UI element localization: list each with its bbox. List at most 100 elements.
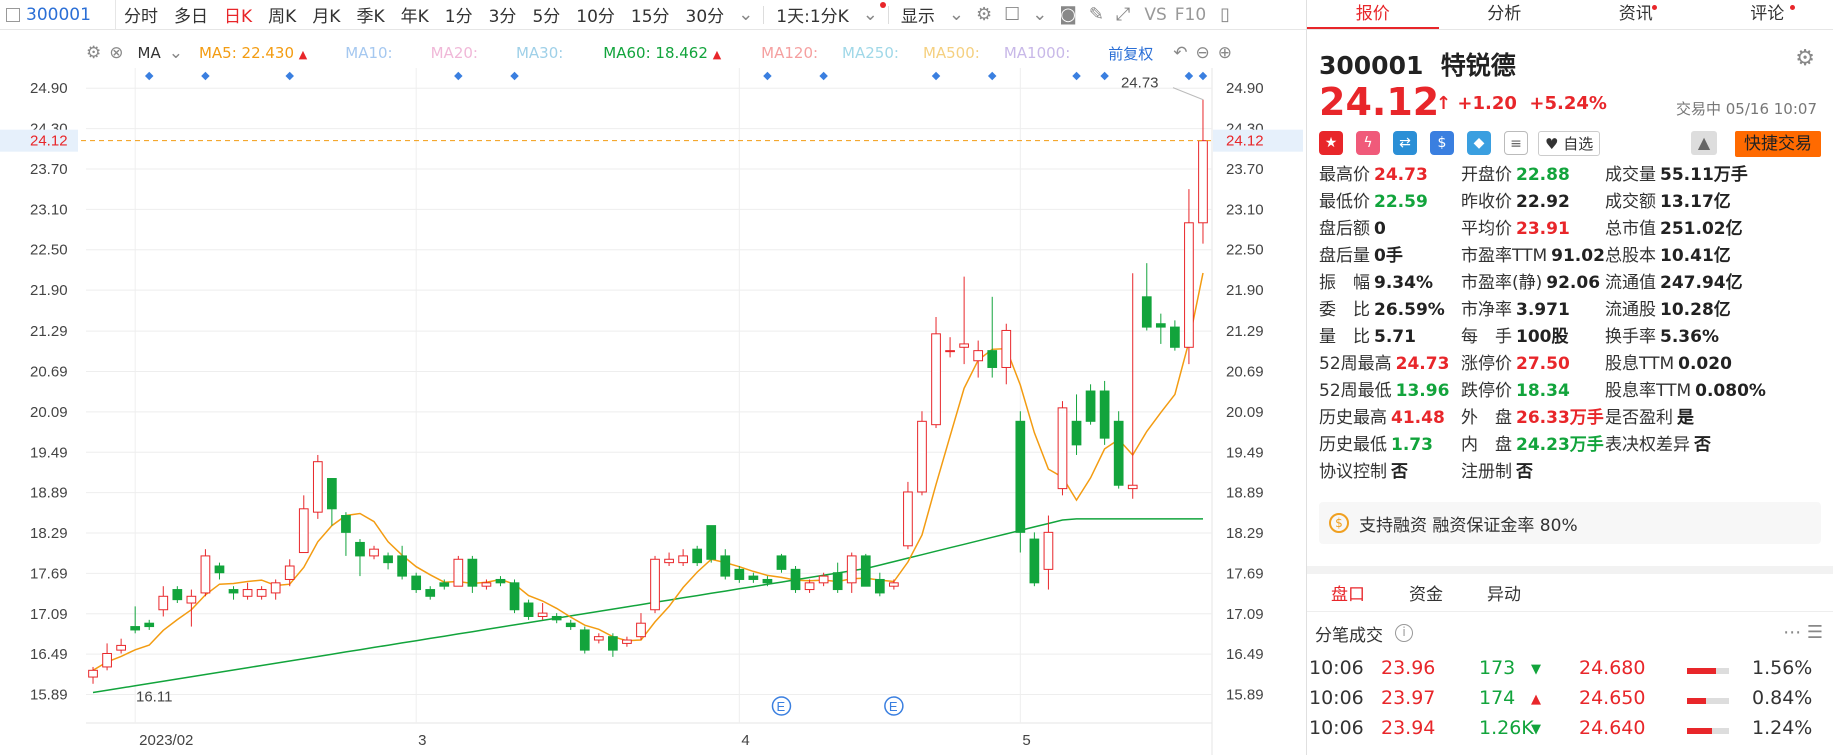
event-marker-label: E [776, 699, 785, 714]
candle-body [959, 343, 969, 348]
tick-time: 10:06 [1309, 657, 1364, 679]
tab-quote[interactable]: 报价 [1307, 0, 1439, 29]
candle-body [453, 558, 464, 587]
period-3min[interactable]: 3分 [489, 2, 517, 27]
gear-icon[interactable]: ⚙ [976, 4, 992, 25]
period-month[interactable]: 月K [312, 2, 340, 27]
camera-icon[interactable]: ◙ [1059, 4, 1076, 25]
period-1min[interactable]: 1分 [445, 2, 473, 27]
currency-icon: $ [1329, 513, 1349, 533]
more-list-icon[interactable]: ⋯ ☰ [1783, 622, 1823, 643]
fast-trade-button[interactable]: 快捷交易 [1735, 131, 1821, 157]
range-select[interactable]: 1天:1分K [776, 2, 849, 27]
info-icon[interactable]: i [1395, 624, 1413, 642]
stock-code-box[interactable]: 300001 [0, 0, 116, 30]
ticks-list: 10:06 23.96 173 ▼ 24.680 1.56% 10:06 23.97 174 ▲ 2… [1307, 654, 1833, 744]
square-icon[interactable]: ☐ [1004, 4, 1020, 25]
period-day[interactable]: 日K [224, 2, 252, 27]
quote-field: 是否盈利是 [1605, 405, 1694, 432]
candle-body [355, 541, 365, 557]
period-quarter[interactable]: 季K [356, 2, 384, 27]
chevron-down-icon[interactable]: ⌄ [1032, 4, 1047, 25]
period-year[interactable]: 年K [401, 2, 429, 27]
chevron-down-icon[interactable]: ⌄ [863, 4, 878, 25]
kline-chart[interactable]: 24.90 24.9024.30 24.3023.70 23.7023.10 23.10… [0, 68, 1306, 755]
zoom-out-icon[interactable]: ⊖ [1196, 43, 1210, 63]
candle-body [481, 582, 492, 587]
candle-body [551, 615, 562, 621]
candle-body [439, 582, 450, 587]
dollar-icon[interactable]: $ [1430, 131, 1454, 155]
ma5-value: MA5: 22.430 ▲ [198, 44, 308, 62]
tab-news[interactable]: 资讯 [1570, 0, 1702, 29]
period-5min[interactable]: 5分 [532, 2, 560, 27]
chevron-down-icon[interactable]: ⌄ [949, 4, 964, 25]
quote-field: 最高价 24.73 [1319, 162, 1428, 189]
period-fenshi[interactable]: 分时 [124, 2, 158, 27]
tick-percent: 1.24% [1752, 717, 1813, 739]
candle-body [284, 565, 295, 580]
period-10min[interactable]: 10分 [576, 2, 615, 27]
tab-analysis[interactable]: 分析 [1439, 0, 1571, 29]
quote-field-value: 41.48 [1391, 408, 1445, 428]
quote-field: 量 比 5.71 [1319, 324, 1416, 351]
quote-field-value: 3.971 [1516, 300, 1570, 320]
quote-field-value: 10.28亿 [1660, 300, 1731, 320]
tag-icon[interactable]: ϟ [1356, 131, 1380, 155]
y-tick-label-left: 24.90 [30, 80, 68, 97]
gear-icon[interactable]: ⚙ [86, 43, 101, 63]
quote-field-value: 26.59% [1374, 300, 1445, 320]
y-tick-label-left: 17.09 [30, 606, 68, 623]
sidebar-toggle-icon[interactable]: ▯ [1220, 4, 1230, 25]
adjust-button[interactable]: 前复权 [1108, 43, 1153, 64]
add-watchlist-button[interactable]: ♥ 自选 [1538, 130, 1601, 156]
tab-anomaly[interactable]: 异动 [1487, 580, 1521, 605]
period-duori[interactable]: 多日 [174, 2, 208, 27]
quote-field-value: 0.020 [1678, 354, 1732, 374]
quote-field-label: 最高价 [1319, 165, 1370, 185]
notification-dot [1651, 5, 1657, 10]
tick-row: 10:06 23.94 1.26K ▼ 24.640 1.24% [1307, 714, 1833, 744]
quote-field-label: 股息TTM [1605, 354, 1675, 374]
period-15min[interactable]: 15分 [631, 2, 670, 27]
vs-button[interactable]: VS [1144, 5, 1166, 25]
label-icon[interactable]: ◆ [1467, 131, 1491, 155]
display-menu[interactable]: 显示 [901, 2, 935, 27]
candle-body [734, 568, 745, 580]
candle-body [1127, 484, 1138, 490]
tick-volume: 1.26K [1479, 717, 1534, 739]
chevron-down-icon[interactable]: ⌄ [169, 43, 183, 63]
note-icon[interactable]: ≡ [1504, 131, 1528, 155]
stock-tags: ★ ϟ ⇄ $ ◆ ≡ ♥ 自选 ▲ 快捷交易 [1319, 128, 1821, 158]
quote-field: 外 盘 26.33万手 [1461, 405, 1604, 432]
undo-icon[interactable]: ↶ [1173, 43, 1187, 63]
fullscreen-icon[interactable]: ⤢ [1116, 4, 1130, 25]
quote-field-value: 22.92 [1516, 192, 1570, 212]
notification-dot [1790, 5, 1795, 10]
tick-volume: 174 [1479, 687, 1516, 709]
ma-label[interactable]: MA [138, 44, 161, 62]
gear-icon[interactable]: ⚙ [1795, 46, 1815, 71]
pencil-icon[interactable]: ✎ [1089, 4, 1104, 25]
down-arrow-icon: ▼ [1531, 662, 1541, 677]
f10-button[interactable]: F10 [1175, 5, 1206, 25]
candle-body [1170, 326, 1180, 348]
shuffle-icon[interactable]: ⇄ [1393, 131, 1417, 155]
candle-body [622, 639, 632, 644]
quote-field: 表决权差异否 [1605, 432, 1711, 459]
tick-row: 10:06 23.97 174 ▲ 24.650 0.84% [1307, 684, 1833, 714]
candle-body [397, 555, 407, 577]
tab-capital[interactable]: 资金 [1409, 580, 1443, 605]
tab-order-book[interactable]: 盘口 [1331, 580, 1365, 605]
quote-field-value: 是 [1677, 408, 1694, 428]
close-icon[interactable]: ⊗ [109, 43, 123, 63]
period-week[interactable]: 周K [268, 2, 296, 27]
period-30min[interactable]: 30分 [686, 2, 725, 27]
quote-field-value: 27.50 [1516, 354, 1570, 374]
zoom-in-icon[interactable]: ⊕ [1218, 43, 1232, 63]
ma10-value: MA10: [345, 44, 393, 62]
chevron-down-icon[interactable]: ⌄ [738, 4, 753, 25]
bell-icon[interactable]: ▲ [1691, 131, 1717, 155]
candle-body [467, 558, 478, 587]
tab-comments[interactable]: 评论 [1702, 0, 1833, 29]
